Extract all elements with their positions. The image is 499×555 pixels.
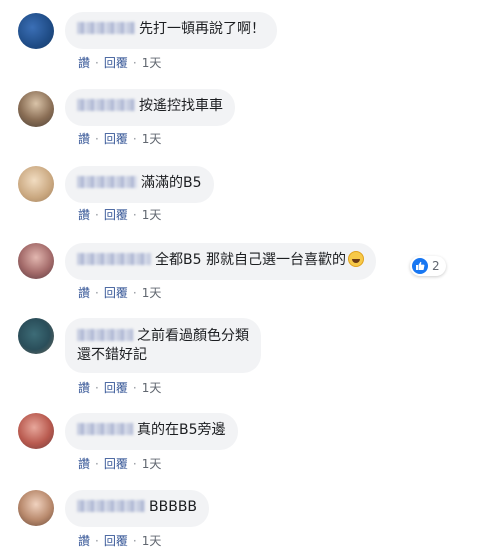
like-link[interactable]: 讚 — [78, 132, 90, 146]
comment-text-line-2: 還不錯好記 — [77, 347, 147, 363]
reply-link[interactable]: 回覆 — [104, 286, 128, 300]
comment-text: 滿滿的B5 — [141, 175, 202, 191]
like-link[interactable]: 讚 — [78, 381, 90, 395]
avatar[interactable] — [18, 490, 54, 526]
comment-bubble: 先打一頓再說了啊！ — [65, 12, 277, 49]
like-link[interactable]: 讚 — [78, 534, 90, 548]
comment-actions: 讚 · 回覆 · 1天 — [78, 286, 162, 300]
comment-time[interactable]: 1天 — [142, 457, 162, 471]
comment-time[interactable]: 1天 — [142, 381, 162, 395]
comment-actions: 讚 · 回覆 · 1天 — [78, 56, 162, 70]
like-thumb-icon — [412, 258, 428, 274]
comment-text: 全都B5 那就自己選一台喜歡的 — [155, 252, 346, 268]
commenter-name-blurred[interactable] — [77, 99, 135, 111]
comment-time[interactable]: 1天 — [142, 286, 162, 300]
reply-link[interactable]: 回覆 — [104, 457, 128, 471]
comment-time[interactable]: 1天 — [142, 56, 162, 70]
comment-actions: 讚 · 回覆 · 1天 — [78, 457, 162, 471]
like-link[interactable]: 讚 — [78, 56, 90, 70]
comment-bubble: 真的在B5旁邊 — [65, 413, 238, 450]
commenter-name-blurred[interactable] — [77, 176, 137, 188]
reaction-count-badge[interactable]: 2 — [410, 256, 446, 276]
like-link[interactable]: 讚 — [78, 457, 90, 471]
comment-actions: 讚 · 回覆 · 1天 — [78, 381, 162, 395]
comment-actions: 讚 · 回覆 · 1天 — [78, 534, 162, 548]
commenter-name-blurred[interactable] — [77, 500, 145, 512]
reply-link[interactable]: 回覆 — [104, 208, 128, 222]
like-link[interactable]: 讚 — [78, 286, 90, 300]
avatar[interactable] — [18, 413, 54, 449]
comment-text: 先打一頓再說了啊！ — [139, 21, 265, 37]
comment-bubble: 全都B5 那就自己選一台喜歡的 — [65, 243, 376, 280]
reply-link[interactable]: 回覆 — [104, 381, 128, 395]
comment-text: 按遙控找車車 — [139, 98, 223, 114]
comment-text-line-1: 之前看過顏色分類 — [137, 328, 249, 344]
reply-link[interactable]: 回覆 — [104, 56, 128, 70]
comment-actions: 讚 · 回覆 · 1天 — [78, 208, 162, 222]
commenter-name-blurred[interactable] — [77, 329, 133, 341]
comment-text: 真的在B5旁邊 — [137, 422, 226, 438]
comment-bubble: 之前看過顏色分類 還不錯好記 — [65, 318, 261, 373]
reply-link[interactable]: 回覆 — [104, 534, 128, 548]
comment-bubble: 滿滿的B5 — [65, 166, 214, 203]
avatar[interactable] — [18, 318, 54, 354]
comment-bubble: 按遙控找車車 — [65, 89, 235, 126]
comment-actions: 讚 · 回覆 · 1天 — [78, 132, 162, 146]
commenter-name-blurred[interactable] — [77, 423, 133, 435]
comment-time[interactable]: 1天 — [142, 132, 162, 146]
comment-time[interactable]: 1天 — [142, 208, 162, 222]
commenter-name-blurred[interactable] — [77, 22, 135, 34]
grinning-squint-face-icon — [347, 251, 364, 267]
avatar[interactable] — [18, 91, 54, 127]
comment-time[interactable]: 1天 — [142, 534, 162, 548]
avatar[interactable] — [18, 243, 54, 279]
like-link[interactable]: 讚 — [78, 208, 90, 222]
commenter-name-blurred[interactable] — [77, 253, 151, 265]
avatar[interactable] — [18, 166, 54, 202]
reaction-count: 2 — [432, 259, 440, 273]
comment-bubble: BBBBB — [65, 490, 210, 527]
comment-text: BBBBB — [149, 499, 198, 515]
reply-link[interactable]: 回覆 — [104, 132, 128, 146]
avatar[interactable] — [18, 13, 54, 49]
